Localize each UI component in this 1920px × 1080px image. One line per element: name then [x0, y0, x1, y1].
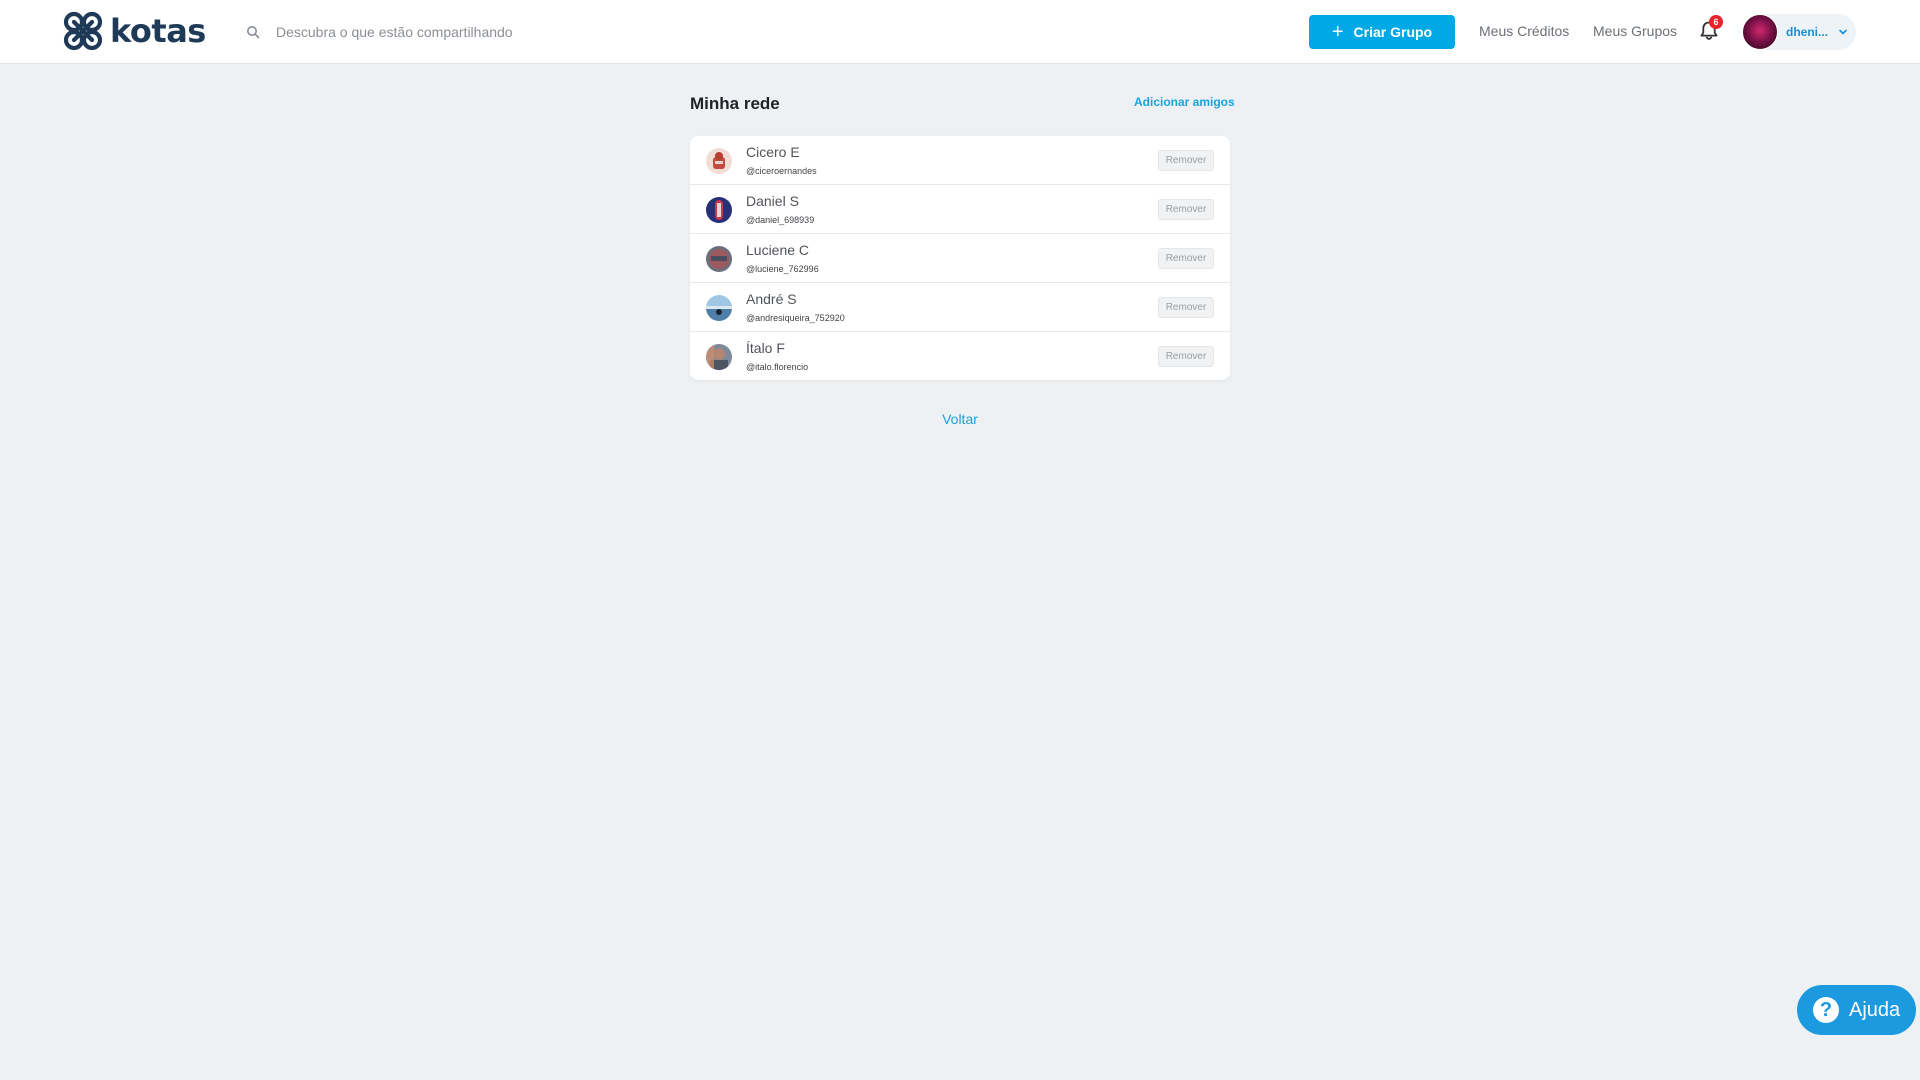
avatar[interactable]	[706, 148, 732, 174]
friend-list: Cicero E @ciceroernandes Remover Daniel …	[690, 136, 1230, 380]
friend-name[interactable]: Daniel S	[746, 193, 799, 209]
list-item: Cicero E @ciceroernandes Remover	[690, 136, 1230, 185]
help-label: Ajuda	[1849, 998, 1901, 1021]
friend-handle: @ciceroernandes	[746, 166, 817, 176]
create-group-label: Criar Grupo	[1353, 24, 1433, 40]
friend-name[interactable]: Cicero E	[746, 144, 800, 160]
user-name: dheni...	[1786, 25, 1828, 39]
question-icon: ?	[1813, 997, 1839, 1023]
friend-handle: @luciene_762996	[746, 264, 819, 274]
back-link[interactable]: Voltar	[940, 411, 980, 427]
friend-name[interactable]: André S	[746, 291, 797, 307]
kotas-logo[interactable]: kotas	[62, 10, 206, 52]
notification-badge: 6	[1709, 15, 1723, 29]
remove-button[interactable]: Remover	[1158, 150, 1214, 171]
remove-button[interactable]: Remover	[1158, 199, 1214, 220]
friend-handle: @daniel_698939	[746, 215, 815, 225]
list-item: Ítalo F @italo.florencio Remover	[690, 332, 1230, 381]
page-title: Minha rede	[690, 94, 780, 113]
remove-button[interactable]: Remover	[1158, 248, 1214, 269]
plus-icon: +	[1331, 21, 1344, 43]
nav-my-groups[interactable]: Meus Grupos	[1593, 23, 1677, 39]
remove-button[interactable]: Remover	[1158, 297, 1214, 318]
avatar[interactable]	[706, 344, 732, 370]
search-icon	[247, 26, 260, 39]
friend-name[interactable]: Ítalo F	[746, 340, 785, 356]
friend-handle: @andresiqueira_752920	[746, 313, 845, 323]
friend-handle: @italo.florencio	[746, 362, 809, 372]
kotas-logo-icon	[63, 11, 103, 51]
search-bar	[246, 22, 636, 42]
user-menu[interactable]: dheni...	[1742, 14, 1856, 50]
remove-button[interactable]: Remover	[1158, 346, 1214, 367]
list-item: Luciene C @luciene_762996 Remover	[690, 234, 1230, 283]
logo-text: kotas	[110, 12, 206, 50]
nav-my-credits[interactable]: Meus Créditos	[1479, 23, 1569, 39]
chevron-down-icon	[1839, 29, 1847, 35]
avatar[interactable]	[706, 197, 732, 223]
top-navbar: kotas + Criar Grupo Meus Créditos Meus G…	[0, 0, 1920, 64]
search-input[interactable]	[276, 24, 636, 40]
help-button[interactable]: ? Ajuda	[1797, 985, 1916, 1035]
avatar[interactable]	[706, 246, 732, 272]
list-item: André S @andresiqueira_752920 Remover	[690, 283, 1230, 332]
friend-name[interactable]: Luciene C	[746, 242, 809, 258]
list-item: Daniel S @daniel_698939 Remover	[690, 185, 1230, 234]
add-friends-link[interactable]: Adicionar amigos	[1134, 95, 1235, 109]
create-group-button[interactable]: + Criar Grupo	[1309, 15, 1455, 49]
avatar[interactable]	[706, 295, 732, 321]
avatar	[1742, 14, 1778, 50]
